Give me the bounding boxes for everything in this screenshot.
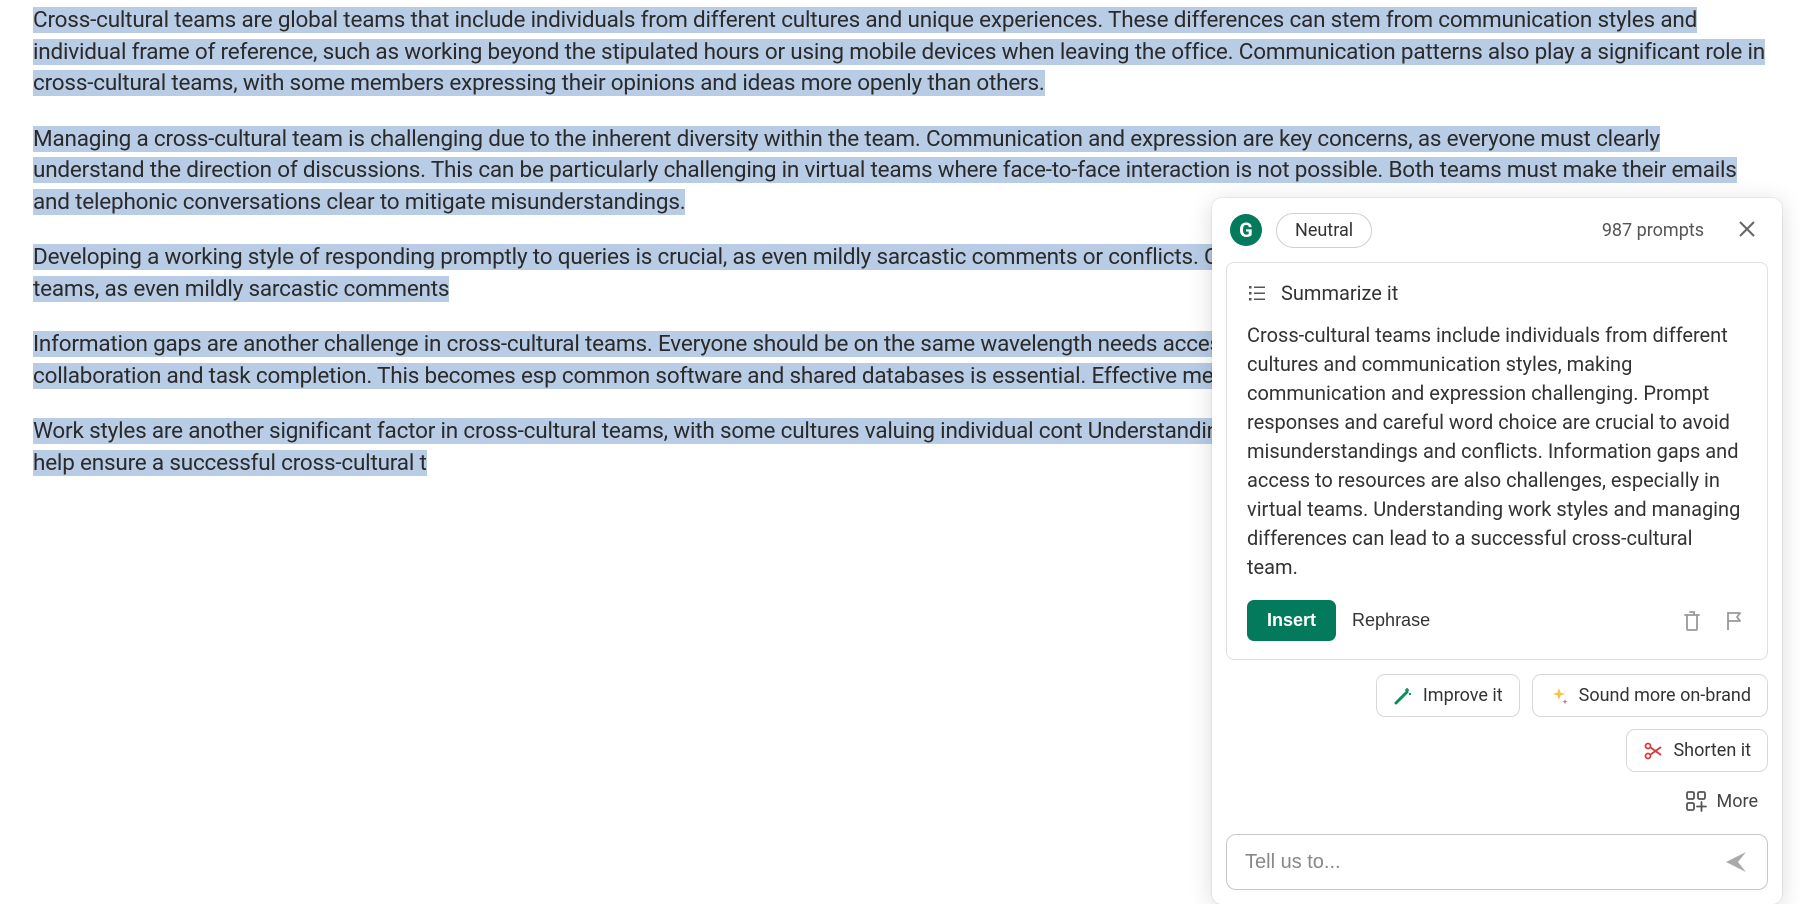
chip-label: Shorten it: [1673, 740, 1751, 761]
summary-text: Cross-cultural teams include individuals…: [1247, 321, 1747, 582]
action-row: Insert Rephrase: [1247, 600, 1747, 641]
prompts-count-label: 987 prompts: [1602, 220, 1704, 241]
improve-it-chip[interactable]: Improve it: [1376, 674, 1520, 717]
scissors-icon: [1643, 741, 1663, 761]
more-button[interactable]: More: [1675, 784, 1768, 818]
suggestion-chips-row: Improve it Sound more on-brand Shorten i…: [1212, 674, 1782, 784]
prompt-input-row: [1226, 834, 1768, 890]
sparkle-icon: [1549, 686, 1569, 706]
more-row: More: [1212, 784, 1782, 834]
wand-icon: [1393, 686, 1413, 706]
tone-selector[interactable]: Neutral: [1276, 213, 1372, 248]
trash-icon[interactable]: [1679, 608, 1705, 634]
insert-button[interactable]: Insert: [1247, 600, 1336, 641]
chip-label: Sound more on-brand: [1579, 685, 1751, 706]
list-icon: [1247, 283, 1267, 303]
chip-label: Improve it: [1423, 685, 1503, 706]
flag-icon[interactable]: [1721, 608, 1747, 634]
summarize-header: Summarize it: [1247, 281, 1747, 305]
close-icon[interactable]: [1730, 212, 1764, 248]
panel-header: G Neutral 987 prompts: [1212, 198, 1782, 262]
shorten-it-chip[interactable]: Shorten it: [1626, 729, 1768, 772]
document-paragraph[interactable]: Cross-cultural teams are global teams th…: [33, 7, 1765, 96]
panel-body: Summarize it Cross-cultural teams includ…: [1226, 262, 1768, 660]
rephrase-button[interactable]: Rephrase: [1352, 610, 1430, 631]
summarize-title: Summarize it: [1281, 281, 1398, 305]
grammarly-logo-icon: G: [1230, 214, 1262, 246]
assistant-panel: G Neutral 987 prompts Summarize it Cross…: [1212, 198, 1782, 904]
sound-on-brand-chip[interactable]: Sound more on-brand: [1532, 674, 1768, 717]
grid-plus-icon: [1685, 790, 1707, 812]
more-label: More: [1717, 791, 1758, 812]
prompt-input[interactable]: [1245, 851, 1723, 874]
send-icon[interactable]: [1723, 849, 1749, 875]
